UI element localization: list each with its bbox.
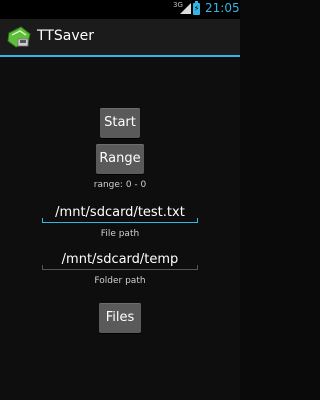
file-path-underline xyxy=(42,222,198,223)
status-time: 21:05 xyxy=(205,1,240,15)
file-path-underline-right xyxy=(197,218,198,223)
app-icon[interactable] xyxy=(6,25,32,49)
folder-path-underline xyxy=(42,269,198,270)
folder-path-input[interactable]: /mnt/sdcard/temp xyxy=(42,250,198,270)
file-path-underline-left xyxy=(42,218,43,223)
range-status: range: 0 - 0 xyxy=(93,180,147,190)
folder-path-underline-left xyxy=(42,265,43,270)
file-path-label: File path xyxy=(100,229,140,239)
folder-path-underline-right xyxy=(197,265,198,270)
status-bar: 3G ⚡ 21:05 xyxy=(0,0,240,19)
start-button[interactable]: Start xyxy=(100,108,140,138)
signal-icon xyxy=(180,3,191,14)
folder-path-label: Folder path xyxy=(94,276,146,286)
app-title: TTSaver xyxy=(37,28,94,44)
range-button[interactable]: Range xyxy=(96,144,144,174)
battery-charging-icon: ⚡ xyxy=(193,1,200,15)
action-bar xyxy=(0,19,240,55)
file-path-input[interactable]: /mnt/sdcard/test.txt xyxy=(42,203,198,223)
files-button[interactable]: Files xyxy=(99,303,141,333)
